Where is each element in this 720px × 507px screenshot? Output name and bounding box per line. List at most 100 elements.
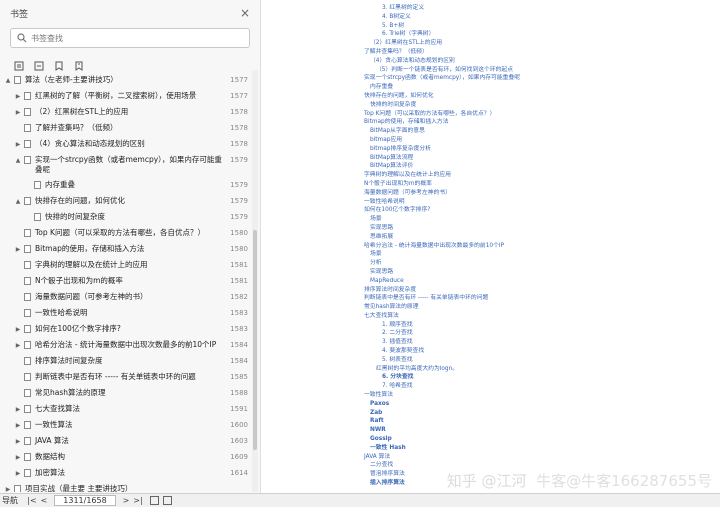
prev-page-button[interactable]: < — [38, 496, 50, 505]
bookmark-item[interactable]: ▶ （2）红黑树在STL上的应用 1578 — [0, 107, 252, 118]
toc-entry[interactable]: 字典树的理解以及在统计上的应用 — [364, 171, 520, 180]
expand-bookmarks-icon[interactable] — [14, 56, 24, 71]
expand-arrow-icon[interactable]: ▶ — [14, 140, 22, 150]
expand-arrow-icon[interactable]: ▶ — [14, 92, 22, 102]
toc-entry[interactable]: 一致性 Hash — [364, 444, 520, 453]
expand-arrow-icon[interactable]: ▶ — [14, 325, 22, 335]
toc-entry[interactable]: 海量数据问题（可参考左神的书） — [364, 189, 520, 198]
close-icon[interactable]: × — [240, 6, 250, 20]
toc-entry[interactable]: 一致性哈希说明 — [364, 198, 520, 207]
toc-entry[interactable]: 了解并查集吗？（低频） — [364, 48, 520, 57]
collapse-bookmarks-icon[interactable] — [34, 56, 44, 71]
expand-arrow-icon[interactable]: ▶ — [14, 453, 22, 463]
toc-entry[interactable]: 3. 插值查找 — [364, 338, 520, 347]
expand-arrow-icon[interactable]: ▶ — [14, 421, 22, 431]
bookmark-item[interactable]: ▲ 实现一个strcpy函数（或者memcpy），如果内存可能重叠呢 1579 — [0, 155, 252, 175]
first-page-button[interactable]: |< — [26, 496, 38, 505]
collapse-arrow-icon[interactable]: ▲ — [14, 156, 22, 166]
expand-arrow-icon[interactable]: ▶ — [4, 485, 12, 492]
toc-entry[interactable]: NWR — [364, 426, 520, 435]
bookmark-item[interactable]: 一致性哈希说明 1583 — [0, 308, 252, 319]
page-number-field[interactable]: 1311/1658 — [54, 495, 116, 506]
bookmark-item[interactable]: 排序算法时间复杂度 1584 — [0, 356, 252, 367]
toc-entry[interactable]: 1. 顺序查找 — [364, 321, 520, 330]
toc-entry[interactable]: 分析 — [364, 259, 520, 268]
toc-entry[interactable]: 6. Trie树（字典树） — [364, 30, 520, 39]
bookmark-item[interactable]: ▶ 一致性算法 1600 — [0, 420, 252, 431]
bookmark-item[interactable]: ▶ 如何在100亿个数字排序? 1583 — [0, 324, 252, 335]
bookmark-item[interactable]: ▶ JAVA 算法 1603 — [0, 436, 252, 447]
expand-arrow-icon[interactable]: ▶ — [14, 437, 22, 447]
scrollbar-thumb[interactable] — [253, 230, 257, 450]
toc-entry[interactable]: 7. 哈希查找 — [364, 382, 520, 391]
expand-arrow-icon[interactable]: ▶ — [14, 245, 22, 255]
toc-entry[interactable]: （4）贪心算法和动态规划的区别 — [364, 57, 520, 66]
bookmark-item[interactable]: ▶ 七大查找算法 1591 — [0, 404, 252, 415]
toc-entry[interactable]: 红黑树的平均高度大约为logn。 — [364, 365, 520, 374]
toc-entry[interactable]: 3. 红黑树的定义 — [364, 4, 520, 13]
toc-entry[interactable]: bitmap排序复杂度分析 — [364, 145, 520, 154]
bookmark-item[interactable]: ▲ 快排存在的问题，如何优化 1579 — [0, 196, 252, 207]
toc-entry[interactable]: Gossip — [364, 435, 520, 444]
toc-entry[interactable]: Zab — [364, 409, 520, 418]
toc-entry[interactable]: 判断链表中是否有环 ----- 有关单链表中环的问题 — [364, 294, 520, 303]
bookmark-item[interactable]: N个骰子出现和为m的概率 1581 — [0, 276, 252, 287]
toc-entry[interactable]: 2. 二分查找 — [364, 329, 520, 338]
next-page-button[interactable]: > — [120, 496, 132, 505]
fit-page-icon[interactable] — [150, 496, 159, 505]
expand-arrow-icon[interactable]: ▶ — [14, 405, 22, 415]
toc-entry[interactable]: 思维拓展 — [364, 233, 520, 242]
toc-entry[interactable]: BitMap算法流程 — [364, 154, 520, 163]
toc-entry[interactable]: 哈希分治法 - 统计海量数据中出现次数最多的前10个IP — [364, 242, 520, 251]
bookmark-search[interactable] — [10, 28, 250, 48]
bookmark-item[interactable]: 了解并查集吗？（低频） 1578 — [0, 123, 252, 134]
page-view-icon[interactable] — [163, 496, 172, 505]
expand-arrow-icon[interactable]: ▶ — [14, 108, 22, 118]
toc-entry[interactable]: 七大查找算法 — [364, 312, 520, 321]
toc-entry[interactable]: MapReduce — [364, 277, 520, 286]
toc-entry[interactable]: 4. B树定义 — [364, 13, 520, 22]
bookmark-item[interactable]: 海量数据问题（可参考左神的书） 1582 — [0, 292, 252, 303]
bookmark-icon[interactable] — [74, 56, 84, 71]
toc-entry[interactable]: 实现思路 — [364, 268, 520, 277]
toc-entry[interactable]: 实现思路 — [364, 224, 520, 233]
toc-entry[interactable]: 快排存在的问题，如何优化 — [364, 92, 520, 101]
toc-entry[interactable]: （2）红黑树在STL上的应用 — [364, 39, 520, 48]
collapse-arrow-icon[interactable]: ▲ — [4, 76, 12, 86]
toc-entry[interactable]: BitMap算法评价 — [364, 162, 520, 171]
toc-entry[interactable]: 内存重叠 — [364, 83, 520, 92]
bookmark-scrollbar[interactable] — [252, 70, 258, 492]
toc-entry[interactable]: Paxos — [364, 400, 520, 409]
toc-entry[interactable]: 一致性算法 — [364, 391, 520, 400]
bookmark-item[interactable]: 字典树的理解以及在统计上的应用 1581 — [0, 260, 252, 271]
expand-arrow-icon[interactable]: ▶ — [14, 341, 22, 351]
toc-entry[interactable]: 排序算法时间复杂度 — [364, 286, 520, 295]
toc-entry[interactable]: N个骰子出现和为m的概率 — [364, 180, 520, 189]
toc-entry[interactable]: JAVA 算法 — [364, 453, 520, 462]
toc-entry[interactable]: 5. B+树 — [364, 22, 520, 31]
toc-entry[interactable]: 4. 斐波那契查找 — [364, 347, 520, 356]
bookmark-item[interactable]: ▶ 项目实战（最主要 主要讲技巧） — [0, 484, 252, 492]
toc-entry[interactable]: Bitmap的使用，存储和插入方法 — [364, 118, 520, 127]
last-page-button[interactable]: >| — [132, 496, 144, 505]
toc-entry[interactable]: 6. 分块查找 — [364, 373, 520, 382]
search-input[interactable] — [31, 33, 231, 43]
toc-entry[interactable]: 快排的时间复杂度 — [364, 101, 520, 110]
toc-entry[interactable]: 常见hash算法的原理 — [364, 303, 520, 312]
bookmark-item[interactable]: ▶ 数据结构 1609 — [0, 452, 252, 463]
toc-entry[interactable]: BitMap从字面的意思 — [364, 127, 520, 136]
expand-arrow-icon[interactable]: ▶ — [14, 469, 22, 479]
bookmark-item[interactable]: 快排的时间复杂度 1579 — [0, 212, 252, 223]
bookmark-item[interactable]: ▶ 哈希分治法 - 统计海量数据中出现次数最多的前10个IP 1584 — [0, 340, 252, 351]
toc-entry[interactable]: Raft — [364, 417, 520, 426]
toc-entry[interactable]: 二分查找 — [364, 461, 520, 470]
toc-entry[interactable]: bitmap应用 — [364, 136, 520, 145]
bookmark-item[interactable]: ▲ 算法（左老师-主要讲技巧） 1577 — [0, 75, 252, 86]
toc-entry[interactable]: 场景 — [364, 215, 520, 224]
toc-entry[interactable]: （5）判断一个链表是否有环，如何找到这个环的起点 — [364, 66, 520, 75]
bookmark-item[interactable]: 判断链表中是否有环 ----- 有关单链表中环的问题 1585 — [0, 372, 252, 383]
bookmark-item[interactable]: ▶ Bitmap的使用，存储和插入方法 1580 — [0, 244, 252, 255]
bookmark-item[interactable]: ▶ 加密算法 1614 — [0, 468, 252, 479]
collapse-arrow-icon[interactable]: ▲ — [14, 197, 22, 207]
bookmark-item[interactable]: 常见hash算法的原理 1588 — [0, 388, 252, 399]
